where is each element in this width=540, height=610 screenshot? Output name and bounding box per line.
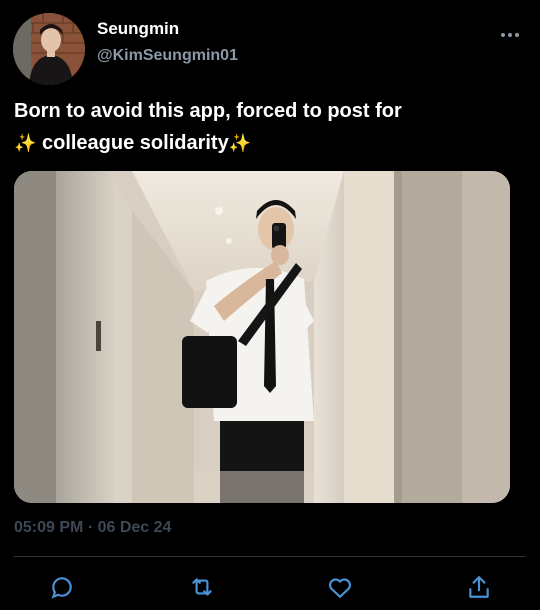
sparkle-emoji: ✨ xyxy=(228,133,252,153)
tweet-photo[interactable] xyxy=(14,171,510,503)
retweet-icon xyxy=(188,574,216,605)
like-icon xyxy=(327,575,353,604)
user-handle[interactable]: @KimSeungmin01 xyxy=(97,47,238,65)
tweet-text-line-1: Born to avoid this app, forced to post f… xyxy=(14,100,402,122)
divider xyxy=(14,556,526,557)
retweet-button[interactable] xyxy=(187,574,217,604)
reply-icon xyxy=(49,574,75,605)
tweet-text: Born to avoid this app, forced to post f… xyxy=(14,95,494,159)
sparkle-emoji: ✨ xyxy=(14,133,37,153)
tweet-timestamp[interactable]: 05:09 PM · 06 Dec 24 xyxy=(14,519,171,537)
avatar[interactable] xyxy=(13,13,85,85)
avatar-photo xyxy=(13,13,85,85)
share-icon xyxy=(467,574,491,605)
display-name[interactable]: Seungmin xyxy=(97,19,179,39)
tweet-text-line-2-words: colleague solidarity xyxy=(36,132,229,154)
reply-button[interactable] xyxy=(47,574,77,604)
tweet-text-line-2: ✨ colleague solidarity✨ xyxy=(14,127,494,159)
like-button[interactable] xyxy=(325,574,355,604)
share-button[interactable] xyxy=(464,574,494,604)
mirror-selfie-photo xyxy=(14,171,510,503)
more-horizontal-icon[interactable] xyxy=(499,26,521,44)
